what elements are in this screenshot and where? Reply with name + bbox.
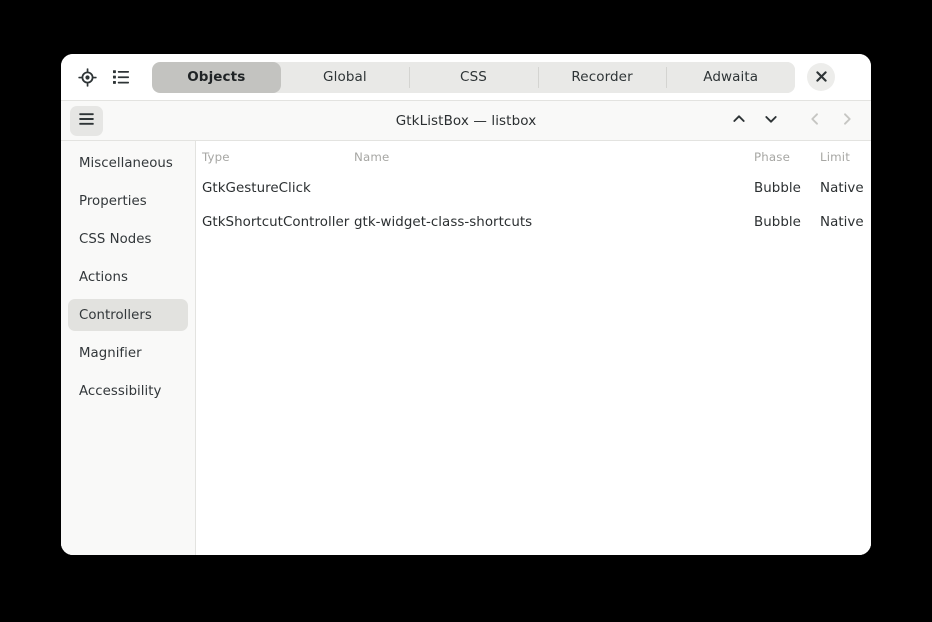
chevron-down-icon [763,111,779,130]
column-header-phase[interactable]: Phase [754,141,820,171]
cell-limit: Native [820,215,864,230]
cell-type: GtkGestureClick [202,181,311,196]
chevron-right-icon [839,111,855,130]
object-toolbar: GtkListBox — listbox [61,100,871,141]
hamburger-menu-icon [78,112,95,129]
crosshair-target-icon [77,67,97,87]
close-icon [815,70,827,85]
cell-type: GtkShortcutController [202,215,350,230]
close-button[interactable] [807,63,835,91]
tab-adwaita[interactable]: Adwaita [666,61,795,93]
table-row[interactable]: GtkShortcutController gtk-widget-class-s… [196,205,871,239]
tab-global[interactable]: Global [280,61,410,93]
sidebar-item-miscellaneous[interactable]: Miscellaneous [68,147,188,179]
move-up-button[interactable] [724,106,754,136]
table-header-row: Type Name Phase Limit [196,141,871,171]
header-bar: Objects Global CSS Recorder Adwaita [61,54,871,100]
move-down-button[interactable] [756,106,786,136]
table-body: GtkGestureClick Bubble Native GtkShortcu… [196,171,871,239]
window-body: Miscellaneous Properties CSS Nodes Actio… [61,141,871,555]
gtk-inspector-window: Objects Global CSS Recorder Adwaita GtkL… [61,54,871,555]
main-tab-switcher: Objects Global CSS Recorder Adwaita [152,61,795,93]
cell-phase: Bubble [754,215,801,230]
column-header-name[interactable]: Name [354,141,754,171]
controllers-table: Type Name Phase Limit GtkGestureClick Bu… [196,141,871,239]
sidebar-item-controllers[interactable]: Controllers [68,299,188,331]
cell-phase: Bubble [754,181,801,196]
cell-limit: Native [820,181,864,196]
tab-objects[interactable]: Objects [152,61,281,93]
bullet-list-icon [112,68,130,86]
table-header: Type Name Phase Limit [196,141,871,171]
back-button[interactable] [800,106,830,136]
tab-recorder[interactable]: Recorder [537,61,667,93]
menu-button[interactable] [70,105,103,136]
chevron-up-icon [731,111,747,130]
sidebar-item-magnifier[interactable]: Magnifier [68,337,188,369]
desktop-background: Objects Global CSS Recorder Adwaita GtkL… [0,0,932,622]
sidebar-item-css-nodes[interactable]: CSS Nodes [68,223,188,255]
chevron-left-icon [807,111,823,130]
column-header-type[interactable]: Type [196,141,354,171]
column-header-limit[interactable]: Limit [820,141,871,171]
object-nav-group [724,106,862,136]
controllers-pane: Type Name Phase Limit GtkGestureClick Bu… [196,141,871,555]
detail-sidebar: Miscellaneous Properties CSS Nodes Actio… [61,141,196,555]
cell-name: gtk-widget-class-shortcuts [354,215,533,230]
table-row[interactable]: GtkGestureClick Bubble Native [196,171,871,205]
cell-name [354,171,754,205]
forward-button[interactable] [832,106,862,136]
sidebar-item-actions[interactable]: Actions [68,261,188,293]
object-list-button[interactable] [104,60,138,94]
sidebar-item-properties[interactable]: Properties [68,185,188,217]
widget-picker-button[interactable] [70,60,104,94]
sidebar-item-accessibility[interactable]: Accessibility [68,375,188,407]
tab-css[interactable]: CSS [409,61,538,93]
